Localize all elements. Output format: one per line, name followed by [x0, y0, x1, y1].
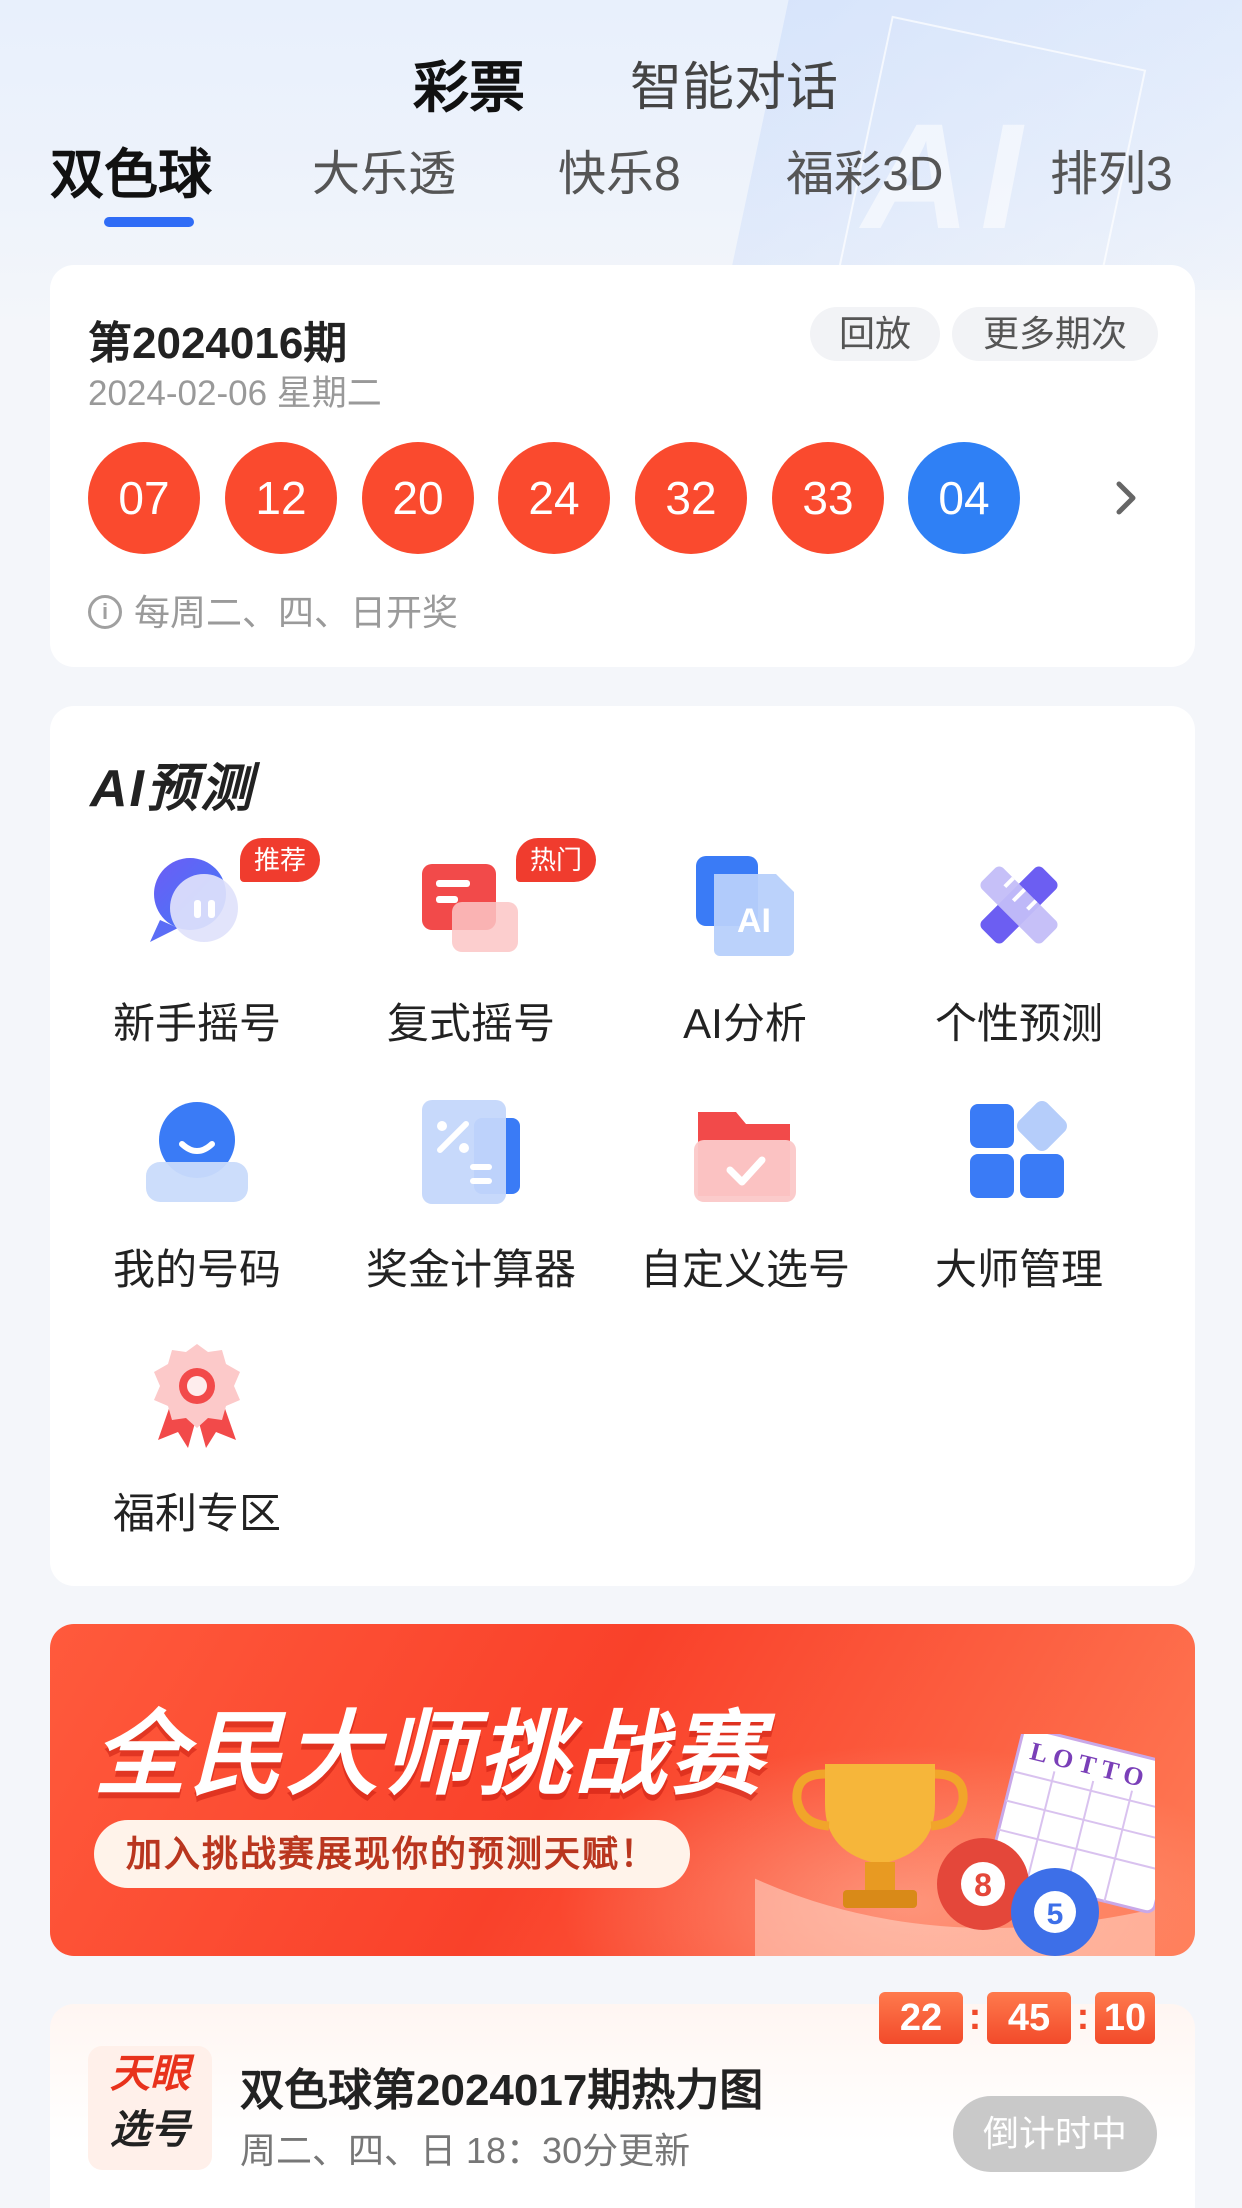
tab-smart-chat[interactable]: 智能对话 [630, 48, 838, 128]
tab-kuaile8[interactable]: 快乐8 [558, 140, 681, 210]
heatmap-card[interactable]: 天眼 选号 双色球第2024017期热力图 周二、四、日 18：30分更新 22… [50, 1992, 1195, 2208]
tab-pailie3[interactable]: 排列3 [1050, 140, 1173, 210]
red-ball: 33 [772, 442, 884, 554]
grid-item-label: 自定义选号 [639, 1246, 850, 1293]
countdown-seconds: 10 [1095, 1992, 1155, 2044]
draw-schedule: i 每周二、四、日开奖 [88, 585, 458, 641]
tianyan-logo: 天眼 选号 [88, 2046, 212, 2170]
ball-number-8: 8 [974, 1867, 992, 1903]
info-icon: i [88, 595, 122, 630]
countdown-status-button[interactable]: 倒计时中 [953, 2096, 1157, 2172]
tab-lottery[interactable]: 彩票 [413, 48, 525, 128]
ai-icon-text: AI [737, 902, 771, 940]
grid-item-custom-selection[interactable]: 自定义选号 [610, 1096, 880, 1316]
recommend-tag: 推荐 [240, 838, 321, 882]
grid-item-personal-prediction[interactable]: 个性预测 [884, 850, 1154, 1070]
tab-fucai3d[interactable]: 福彩3D [786, 140, 943, 210]
hot-tag: 热门 [516, 838, 597, 882]
grid-item-welfare-zone[interactable]: 福利专区 [62, 1340, 332, 1560]
banner-title: 全民大师挑战赛 [94, 1704, 767, 1806]
heatmap-update-time: 周二、四、日 18：30分更新 [240, 2130, 691, 2171]
grid-item-label: 大师管理 [934, 1246, 1103, 1293]
main-tabs: 彩票 智能对话 [0, 48, 1242, 128]
countdown-separator: : [968, 1996, 982, 2038]
grid-item-label: 福利专区 [112, 1490, 281, 1537]
red-ball: 24 [498, 442, 610, 554]
red-ball: 07 [88, 442, 200, 554]
lottery-type-tabs: 双色球 大乐透 快乐8 福彩3D 排列3 [0, 140, 1242, 230]
countdown-hours: 22 [879, 1992, 963, 2044]
logo-line1: 天眼 [110, 2052, 190, 2096]
ticket-card-icon [422, 864, 518, 952]
logo-line2: 选号 [110, 2108, 190, 2152]
draw-schedule-text: 每周二、四、日开奖 [134, 592, 459, 633]
replay-button[interactable]: 回放 [810, 307, 940, 361]
grid-item-label: 奖金计算器 [365, 1246, 576, 1293]
grid-item-label: 复式摇号 [386, 1000, 555, 1047]
heatmap-title: 双色球第2024017期热力图 [240, 2066, 764, 2115]
grid-item-label: 我的号码 [112, 1246, 281, 1293]
countdown-separator: : [1076, 1996, 1090, 2038]
issue-number: 第2024016期 [88, 319, 348, 368]
ai-section-title: AI预测 [90, 760, 255, 818]
grid-item-ai-analysis[interactable]: AI AI分析 [610, 850, 880, 1070]
draw-date: 2024-02-06 星期二 [88, 374, 382, 413]
countdown-timer: 22 : 45 : 10 [879, 1992, 1155, 2048]
ruler-pencil-icon [980, 866, 1058, 944]
banner-subtitle: 加入挑战赛展现你的预测天赋！ [94, 1820, 691, 1888]
draw-result-card[interactable]: 第2024016期 2024-02-06 星期二 回放 更多期次 07 12 2… [50, 265, 1195, 667]
smiley-user-icon [146, 1102, 248, 1202]
blue-ball: 04 [908, 442, 1020, 554]
tab-daletou[interactable]: 大乐透 [312, 140, 456, 210]
ai-document-icon: AI [696, 856, 794, 956]
red-ball: 32 [635, 442, 747, 554]
award-badge-icon [154, 1344, 240, 1448]
grid-item-label: 个性预测 [934, 1000, 1103, 1047]
tab-shuangseqiu[interactable]: 双色球 [50, 140, 212, 210]
grid-item-prize-calculator[interactable]: 奖金计算器 [336, 1096, 606, 1316]
grid-item-master-management[interactable]: 大师管理 [884, 1096, 1154, 1316]
chat-bubble-icon [150, 858, 238, 942]
ai-prediction-card: AI预测 推荐 新手摇号 热门 复式摇号 AI AI分析 个性预测 我的号码 奖… [50, 706, 1195, 1586]
grid-item-novice-draw[interactable]: 推荐 新手摇号 [62, 838, 332, 1070]
grid-item-compound-draw[interactable]: 热门 复式摇号 [336, 838, 606, 1070]
grid-blocks-icon [970, 1101, 1067, 1198]
ball-number-5: 5 [1047, 1898, 1064, 1931]
winning-numbers: 07 12 20 24 32 33 04 [88, 442, 1128, 554]
calculator-icon [422, 1100, 520, 1204]
grid-item-label: 新手摇号 [112, 1000, 281, 1047]
countdown-minutes: 45 [987, 1992, 1071, 2044]
folder-check-icon [694, 1112, 796, 1202]
more-issues-button[interactable]: 更多期次 [952, 307, 1158, 361]
red-ball: 20 [362, 442, 474, 554]
active-tab-indicator [104, 217, 194, 227]
master-challenge-banner[interactable]: 全民大师挑战赛 加入挑战赛展现你的预测天赋！ LOTTO 8 5 [50, 1624, 1195, 1956]
trophy-illustration: LOTTO 8 5 [755, 1734, 1155, 1956]
red-ball: 12 [225, 442, 337, 554]
grid-item-my-numbers[interactable]: 我的号码 [62, 1096, 332, 1316]
grid-item-label: AI分析 [683, 1000, 807, 1047]
chevron-right-icon[interactable] [1099, 470, 1155, 526]
